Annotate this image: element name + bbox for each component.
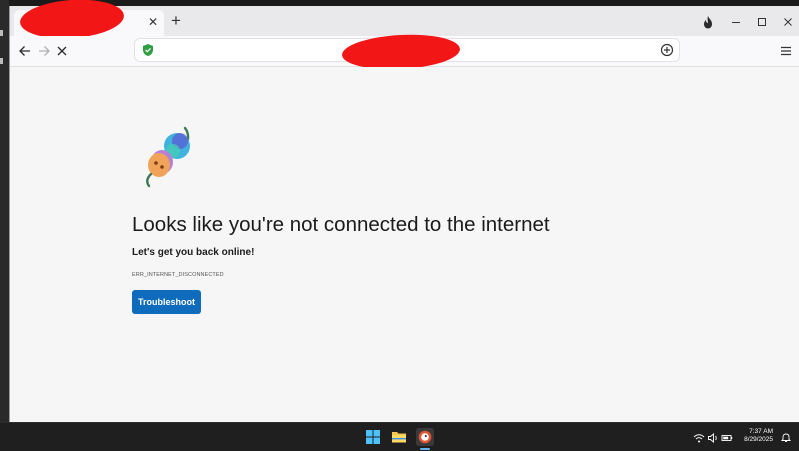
disconnected-plug-illustration [146,126,190,188]
speaker-icon[interactable] [707,432,719,444]
hamburger-menu-icon[interactable] [778,43,794,59]
clock-date: 8/29/2025 [744,436,773,443]
desktop-mark [0,30,3,36]
duckduckgo-browser-icon[interactable] [416,428,434,446]
error-code: ERR_INTERNET_DISCONNECTED [132,272,224,278]
tab-close-button[interactable]: ✕ [146,15,160,29]
system-clock[interactable]: 7:37 AM 8/29/2025 [744,428,773,444]
close-window-icon[interactable] [780,14,796,30]
reader-mode-icon[interactable] [659,42,675,58]
back-arrow-icon[interactable] [16,42,34,60]
file-explorer-icon[interactable] [390,428,408,446]
notification-bell-icon[interactable] [780,431,792,443]
address-bar[interactable] [135,31,679,73]
browser-tab[interactable]: ✕ [14,0,164,42]
minimize-icon[interactable] [728,14,744,30]
battery-icon[interactable] [721,432,733,444]
desktop-mark [0,58,3,64]
windows-start-icon[interactable] [364,428,382,446]
taskbar: 7:37 AM 8/29/2025 [0,422,799,451]
maximize-icon[interactable] [754,14,770,30]
browser-window: ✕ + Looks like you're not connected to t… [9,0,799,422]
clock-time: 7:37 AM [749,428,773,435]
flame-icon[interactable] [700,14,716,30]
navigation-toolbar [10,31,799,73]
wifi-icon[interactable] [693,432,705,444]
error-page: Looks like you're not connected to the i… [10,67,799,422]
desktop-strip [0,0,9,422]
stop-loading-icon[interactable] [53,42,71,60]
troubleshoot-button[interactable]: Troubleshoot [132,290,201,314]
shield-check-icon[interactable] [141,43,155,57]
tab-bar: ✕ + [10,0,799,42]
error-subheading: Let's get you back online! [132,247,255,258]
new-tab-button[interactable]: + [168,12,184,29]
error-heading: Looks like you're not connected to the i… [132,213,550,236]
forward-arrow-icon[interactable] [35,42,53,60]
